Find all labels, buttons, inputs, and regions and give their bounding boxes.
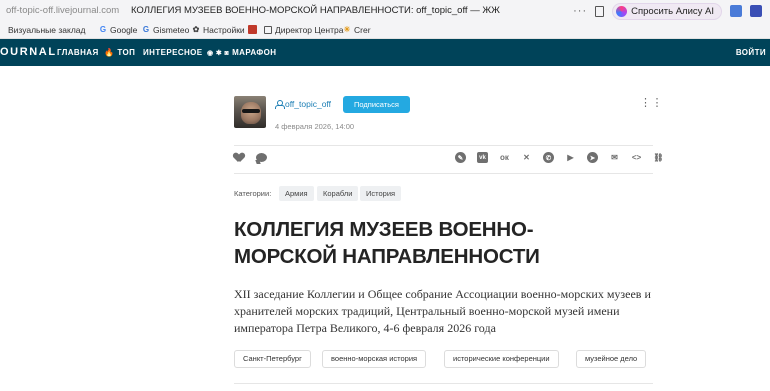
vk-share-icon[interactable]: vk [477,152,488,163]
more-menu-icon[interactable]: ⋮⋮ [640,96,663,109]
bookmark-red[interactable] [248,25,257,34]
email-share-icon[interactable]: ✉ [609,152,620,163]
embed-icon[interactable]: <> [631,152,642,163]
bookmark-settings[interactable]: ✿ Настройки [192,25,245,35]
copy-link-icon[interactable]: ⛓ [653,152,664,163]
comment-icon[interactable] [256,153,267,162]
ask-alice-label: Спросить Алису AI [631,5,714,17]
lj-share-icon[interactable]: ✎ [455,152,466,163]
category-ships[interactable]: Корабли [317,186,359,201]
author-avatar[interactable] [234,96,266,128]
post-lead: XII заседание Коллегии и Общее собрание … [234,287,651,335]
doc-icon [264,26,272,34]
bookmark-visual[interactable]: Визуальные заклад [8,25,85,35]
like-icon[interactable] [234,153,244,162]
whatsapp-share-icon[interactable]: ✆ [543,152,554,163]
browser-actions: ··· Спросить Алису AI [573,2,762,20]
browser-toolbar: off-topic-off.livejournal.com КОЛЛЕГИЯ М… [0,0,770,22]
bookmarks-bar: Визуальные заклад G Google G Gismeteo ✿ … [0,22,770,39]
gismeteo-icon: G [142,25,150,34]
bookmark-gismeteo[interactable]: G Gismeteo [142,25,190,35]
bookmark-director[interactable]: Директор Центра [264,25,343,35]
tag-spb[interactable]: Санкт-Петербург [234,350,311,368]
sun-icon: ☀ [343,25,351,34]
address-bar[interactable]: off-topic-off.livejournal.com [6,5,119,16]
divider [234,173,653,174]
fire-icon: 🔥 [104,48,115,57]
site-navigation: OURNAL ГЛАВНАЯ 🔥 ТОП ИНТЕРЕСНОЕ ◉ ✱ ◙ МА… [0,39,770,66]
gear-icon: ✿ [192,25,200,34]
tag-conferences[interactable]: исторические конференции [444,350,559,368]
nav-marathon[interactable]: ◉ ✱ ◙ МАРАФОН [207,48,276,57]
x-share-icon[interactable]: ✕ [521,152,532,163]
more-icon[interactable]: ··· [573,5,587,17]
telegram-share-icon[interactable]: ➤ [587,152,598,163]
post-date: 4 февраля 2026, 14:00 [275,122,355,131]
user-icon [275,99,285,109]
max-share-icon[interactable]: ▶ [565,152,576,163]
divider [234,383,653,384]
red-square-icon [248,25,257,34]
post-actions [234,153,267,162]
categories-label: Категории: [234,189,272,198]
google-icon: G [99,25,107,34]
bookmark-icon[interactable] [595,5,605,17]
bookmark-google[interactable]: G Google [99,25,138,35]
ask-alice-button[interactable]: Спросить Алису AI [612,2,722,20]
marathon-icon: ◉ ✱ ◙ [207,49,230,57]
divider [234,145,653,146]
author-link[interactable]: off_topic_off [275,99,331,109]
post-title: КОЛЛЕГИЯ МУЗЕЕВ ВОЕННО-МОРСКОЙ НАПРАВЛЕН… [234,218,540,268]
alice-icon [616,5,628,17]
category-history[interactable]: История [360,186,402,201]
extension-icon[interactable] [750,5,762,17]
tag-naval-history[interactable]: военно-морская история [322,350,427,368]
page-tab-title: КОЛЛЕГИЯ МУЗЕЕВ ВОЕННО-МОРСКОЙ НАПРАВЛЕН… [131,5,500,16]
nav-interesting[interactable]: ИНТЕРЕСНОЕ [143,48,203,57]
tag-museum[interactable]: музейное дело [576,350,647,368]
subscribe-button[interactable]: Подписаться [343,96,410,113]
share-bar: ✎ vk ок ✕ ✆ ▶ ➤ ✉ <> ⛓ [455,152,664,163]
category-army[interactable]: Армия [279,186,314,201]
nav-top[interactable]: 🔥 ТОП [104,48,135,57]
translate-icon[interactable] [730,5,742,17]
nav-main[interactable]: ГЛАВНАЯ [57,48,99,57]
bookmark-crer[interactable]: ☀ Crer [343,25,370,35]
livejournal-logo[interactable]: OURNAL [0,46,57,58]
ok-share-icon[interactable]: ок [499,152,510,163]
login-button[interactable]: ВОЙТИ [736,48,766,57]
